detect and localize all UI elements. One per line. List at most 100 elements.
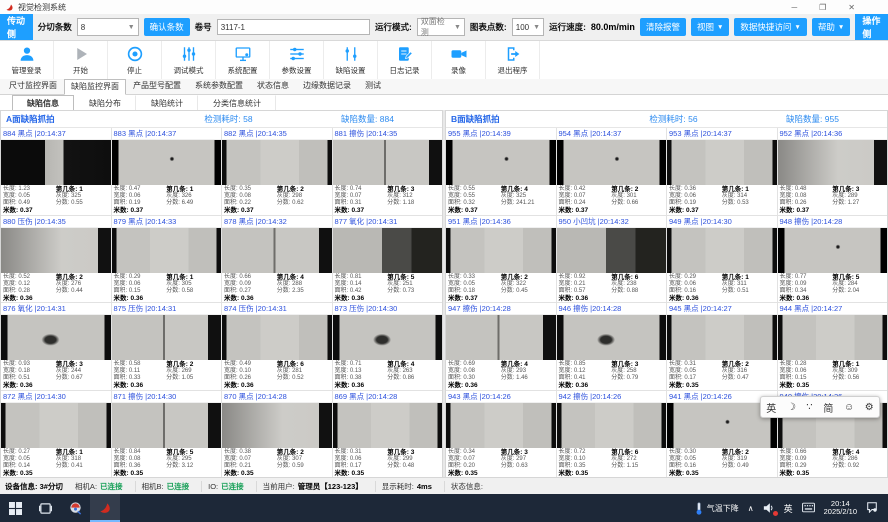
task-view-button[interactable] [30,494,60,522]
touch-keyboard-icon[interactable] [802,502,815,515]
main-tab-3[interactable]: 系统参数配置 [188,78,250,94]
defect-area: 面积: 0.34 [780,288,833,295]
defect-cell[interactable]: 950 小凹坑 |20:14:32长度: 0.92宽度: 0.21面积: 0.5… [557,216,667,303]
weather-widget[interactable]: 气温下降 [694,502,739,515]
ime-moon-icon[interactable]: ☽ [787,402,796,413]
data-quick-access-button[interactable]: 数据快捷访问▼ [734,18,806,36]
defect-width: 宽度: 0.05 [669,368,722,375]
clear-alarm-button[interactable]: 清除报警 [640,18,686,36]
defect-gray: 灰度: 258 [611,368,664,375]
ime-lang-indicator[interactable]: 英 [766,400,776,415]
volume-icon[interactable] [763,502,775,514]
defect-image [333,140,443,185]
defect-cell[interactable]: 947 擦伤 |20:14:28长度: 0.69宽度: 0.08面积: 0.30… [446,303,556,390]
operator-side-button[interactable]: 操作侧 [855,14,888,40]
main-tab-5[interactable]: 边缘数据记录 [296,78,358,94]
start-button[interactable] [0,494,30,522]
ime-language-indicator[interactable]: 英 [784,502,793,515]
defect-cell[interactable]: 944 黑点 |20:14:27长度: 0.28宽度: 0.06面积: 0.15… [778,303,888,390]
main-tab-2[interactable]: 产品型号配置 [126,78,188,94]
defect-area: 面积: 0.51 [3,375,56,382]
main-tab-4[interactable]: 状态信息 [250,78,296,94]
taskbar-app-inspection[interactable] [90,494,120,522]
main-tab-0[interactable]: 尺寸监控界面 [2,78,64,94]
view-menu-button[interactable]: 视图▼ [691,18,729,36]
defect-strip-no: 第几条: 5 [166,449,219,456]
defect-cell[interactable]: 952 黑点 |20:14:36长度: 0.48宽度: 0.08面积: 0.26… [778,128,888,215]
defect-cell[interactable]: 871 擦伤 |20:14:30长度: 0.84宽度: 0.08面积: 0.36… [112,391,222,478]
defect-length: 长度: 0.29 [669,274,722,281]
defect-cell[interactable]: 881 擦伤 |20:14:35长度: 0.74宽度: 0.07面积: 0.31… [333,128,443,215]
defect-cell[interactable]: 869 黑点 |20:14:28长度: 0.31宽度: 0.06面积: 0.17… [333,391,443,478]
action-camera-button[interactable]: 录像 [432,41,486,79]
chart-points-select[interactable]: 100 ▼ [512,18,544,36]
help-menu-button[interactable]: 帮助▼ [812,18,850,36]
defect-cell-info: 长度: 0.34宽度: 0.07面积: 0.20米数: 0.35第几条: 3灰度… [446,448,556,478]
defect-cell[interactable]: 882 黑点 |20:14:35长度: 0.35宽度: 0.08面积: 0.22… [222,128,332,215]
action-tune-button[interactable]: 调试模式 [162,41,216,79]
defect-gray: 灰度: 305 [166,281,219,288]
roll-number-input[interactable] [217,19,370,35]
ime-simplified-indicator[interactable]: 简 [823,400,833,415]
defect-cell[interactable]: 875 压伤 |20:14:31长度: 0.58宽度: 0.11面积: 0.33… [112,303,222,390]
defect-cell[interactable]: 873 压伤 |20:14:30长度: 0.71宽度: 0.13面积: 0.38… [333,303,443,390]
action-monitor-button[interactable]: 系统配置 [216,41,270,79]
app-logo-icon [5,3,14,12]
defect-cell-header: 951 黑点 |20:14:36 [446,216,556,228]
minimize-icon[interactable]: ─ [791,3,797,12]
main-tab-1[interactable]: 缺陷监控界面 [64,79,126,95]
action-sliders-h-button[interactable]: 参数设置 [270,41,324,79]
defect-area: 面积: 0.41 [559,375,612,382]
run-mode-select[interactable]: 双面检测 ▼ [417,18,465,36]
defect-cell[interactable]: 953 黑点 |20:14:37长度: 0.36宽度: 0.06面积: 0.19… [667,128,777,215]
defect-info-left: 长度: 0.35宽度: 0.08面积: 0.22米数: 0.37 [224,186,277,214]
action-sliders-v-button[interactable]: 缺陷设置 [324,41,378,79]
defect-cell[interactable]: 878 黑点 |20:14:32长度: 0.66宽度: 0.09面积: 0.27… [222,216,332,303]
tray-expand-icon[interactable]: ∧ [748,504,754,513]
defect-panels: A面缺陷抓拍 检测耗时: 58 缺陷数量: 884 884 黑点 |20:14:… [0,110,888,478]
action-stop-button[interactable]: 停止 [108,41,162,79]
defect-cell[interactable]: 877 氧化 |20:14:31长度: 0.81宽度: 0.14面积: 0.42… [333,216,443,303]
defect-strip-no: 第几条: 4 [501,361,554,368]
defect-cell[interactable]: 874 压伤 |20:14:31长度: 0.49宽度: 0.10面积: 0.26… [222,303,332,390]
defect-cell[interactable]: 879 黑点 |20:14:33长度: 0.29宽度: 0.06面积: 0.15… [112,216,222,303]
slit-count-select[interactable]: 8 ▼ [77,18,139,36]
confirm-count-button[interactable]: 确认条数 [144,18,190,36]
action-exit-button[interactable]: 退出程序 [486,41,540,79]
action-log-button[interactable]: 日志记录 [378,41,432,79]
ime-emoji-icon[interactable]: ☺ [844,402,854,413]
defect-cell[interactable]: 955 黑点 |20:14:39长度: 0.55宽度: 0.55面积: 0.32… [446,128,556,215]
ime-more-icon[interactable]: ∵ [806,402,812,413]
defect-cell[interactable]: 943 黑点 |20:14:26长度: 0.34宽度: 0.07面积: 0.20… [446,391,556,478]
defect-cell[interactable]: 949 黑点 |20:14:30长度: 0.29宽度: 0.06面积: 0.16… [667,216,777,303]
taskbar-app-remote[interactable] [60,494,90,522]
defect-cell[interactable]: 951 黑点 |20:14:36长度: 0.33宽度: 0.05面积: 0.18… [446,216,556,303]
defect-cell[interactable]: 872 黑点 |20:14:30长度: 0.27宽度: 0.05面积: 0.14… [1,391,111,478]
defect-strip-no: 第几条: 6 [611,274,664,281]
drive-side-button[interactable]: 传动侧 [0,14,33,40]
maximize-icon[interactable]: ❐ [819,3,826,12]
main-tab-6[interactable]: 测试 [358,78,388,94]
ime-settings-icon[interactable]: ⚙ [865,402,874,413]
defect-cell[interactable]: 945 黑点 |20:14:27长度: 0.31宽度: 0.05面积: 0.17… [667,303,777,390]
defect-width: 宽度: 0.08 [224,193,277,200]
defect-score: 分数: 0.51 [722,288,775,295]
taskbar-clock[interactable]: 20:14 2025/2/10 [824,500,857,517]
defect-cell[interactable]: 880 压伤 |20:14:35长度: 0.52宽度: 0.12面积: 0.28… [1,216,111,303]
defect-cell[interactable]: 883 黑点 |20:14:37长度: 0.47宽度: 0.06面积: 0.19… [112,128,222,215]
defect-cell[interactable]: 876 氧化 |20:14:31长度: 0.93宽度: 0.18面积: 0.51… [1,303,111,390]
defect-image [333,315,443,360]
defect-cell[interactable]: 946 擦伤 |20:14:28长度: 0.85宽度: 0.12面积: 0.41… [557,303,667,390]
close-icon[interactable]: ✕ [848,3,855,12]
defect-length: 长度: 0.92 [559,274,612,281]
defect-width: 宽度: 0.13 [335,368,388,375]
defect-cell-info: 长度: 0.66宽度: 0.09面积: 0.27米数: 0.36第几条: 4灰度… [222,273,332,303]
defect-cell[interactable]: 948 擦伤 |20:14:28长度: 0.77宽度: 0.09面积: 0.34… [778,216,888,303]
defect-cell[interactable]: 884 黑点 |20:14:37长度: 1.23宽度: 0.05面积: 0.49… [1,128,111,215]
defect-cell[interactable]: 954 黑点 |20:14:37长度: 0.42宽度: 0.07面积: 0.24… [557,128,667,215]
action-center-icon[interactable] [866,501,878,515]
action-user-button[interactable]: 管理登录 [0,41,54,79]
defect-cell[interactable]: 942 擦伤 |20:14:26长度: 0.72宽度: 0.10面积: 0.35… [557,391,667,478]
action-play-button[interactable]: 开始 [54,41,108,79]
defect-cell[interactable]: 870 黑点 |20:14:28长度: 0.38宽度: 0.07面积: 0.21… [222,391,332,478]
